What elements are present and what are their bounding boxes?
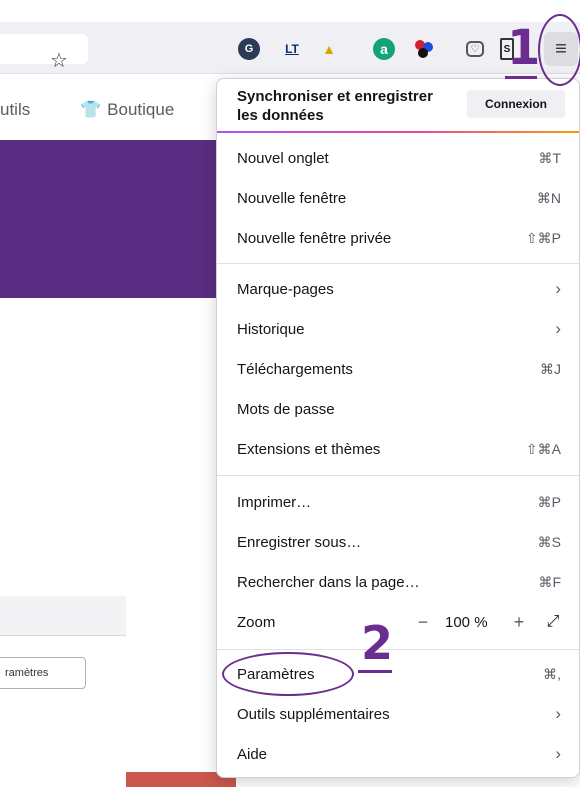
connexion-button[interactable]: Connexion [467,90,565,118]
menu-item-label: Nouvel onglet [237,150,329,167]
menu-item-label: Imprimer… [237,494,312,511]
annotation-step-2: 2 [361,616,394,670]
menu-item-more-tools[interactable]: Outils supplémentaires › [217,695,579,735]
fullscreen-icon[interactable]: ⤢ [543,612,563,632]
menu-item-label: Marque-pages [237,281,334,298]
menu-item-zoom: Zoom − 100 % + ⤢ [217,603,579,643]
menu-item-label: Nouvelle fenêtre [237,190,347,207]
tshirt-icon: 👕 [80,100,102,119]
pocket-icon[interactable]: ♡ [466,41,484,57]
sync-gradient-bar [217,131,579,133]
annotation-circle-menu [538,14,580,86]
menu-item-label: Rechercher dans la page… [237,574,420,591]
menu-item-label: Téléchargements [237,361,353,378]
menu-item-label: Nouvelle fenêtre privée [237,230,392,247]
menu-item-find-in-page[interactable]: Rechercher dans la page… ⌘F [217,563,579,603]
chevron-right-icon: › [555,319,561,338]
browser-toolbar: ☆ G LT ▲ a ♡ S ≡ [0,22,580,74]
shortcut-label: ⌘T [538,150,561,166]
chevron-right-icon: › [555,279,561,298]
annotation-step-1: 1 [507,20,541,76]
menu-item-label: Extensions et thèmes [237,441,381,458]
chevron-right-icon: › [555,704,561,723]
menu-item-label: Outils supplémentaires [237,706,390,723]
zoom-in-button[interactable]: + [509,612,529,632]
zoom-reset-button[interactable]: 100 % [445,614,488,631]
shortcut-label: ⌘J [540,361,561,377]
menu-item-downloads[interactable]: Téléchargements ⌘J [217,350,579,390]
page-section-header [0,596,126,636]
menu-item-passwords[interactable]: Mots de passe [217,390,579,430]
menu-separator [217,263,579,264]
nav-boutique[interactable]: 👕 Boutique [80,100,174,120]
languagetool-icon[interactable]: LT [281,38,303,60]
menu-item-help[interactable]: Aide › [217,735,579,775]
colored-dots-icon[interactable] [413,38,435,60]
nav-outils[interactable]: utils [0,100,30,120]
shortcut-label: ⇧⌘A [525,441,561,457]
page-parametres-button[interactable]: ramètres [0,657,86,689]
menu-item-print[interactable]: Imprimer… ⌘P [217,483,579,523]
a-extension-icon[interactable]: a [373,38,395,60]
flask-icon[interactable]: ▲ [318,38,340,60]
menu-item-label: Historique [237,321,305,338]
shortcut-label: ⌘P [537,494,561,510]
zoom-label: Zoom [237,614,276,631]
shortcut-label: ⌘S [537,534,561,550]
sync-title: Synchroniser et enregistrer les données [237,88,433,124]
annotation-circle-settings [222,652,354,696]
shortcut-label: ⌘, [543,666,561,682]
chevron-right-icon: › [555,744,561,763]
menu-item-save-as[interactable]: Enregistrer sous… ⌘S [217,523,579,563]
menu-item-new-tab[interactable]: Nouvel onglet ⌘T [217,139,579,179]
menu-separator [217,649,579,650]
menu-item-new-private-window[interactable]: Nouvelle fenêtre privée ⇧⌘P [217,219,579,259]
url-bar[interactable]: ☆ [0,34,88,72]
menu-separator [217,475,579,476]
hero-banner [0,140,230,298]
menu-item-label: Mots de passe [237,401,335,418]
shortcut-label: ⌘F [538,574,561,590]
g-extension-icon[interactable]: G [238,38,260,60]
menu-item-extensions-themes[interactable]: Extensions et thèmes ⇧⌘A [217,430,579,470]
annotation-underline-2 [358,670,392,673]
menu-item-new-window[interactable]: Nouvelle fenêtre ⌘N [217,179,579,219]
menu-item-label: Enregistrer sous… [237,534,362,551]
menu-item-bookmarks[interactable]: Marque-pages › [217,270,579,310]
sync-section: Synchroniser et enregistrer les données … [217,79,579,131]
star-icon[interactable]: ☆ [50,49,68,73]
shortcut-label: ⌘N [536,190,561,206]
zoom-out-button[interactable]: − [413,612,433,632]
shortcut-label: ⇧⌘P [525,230,561,246]
annotation-underline-1 [505,76,537,79]
menu-item-label: Aide [237,746,268,763]
nav-boutique-label: Boutique [107,100,175,119]
menu-item-history[interactable]: Historique › [217,310,579,350]
